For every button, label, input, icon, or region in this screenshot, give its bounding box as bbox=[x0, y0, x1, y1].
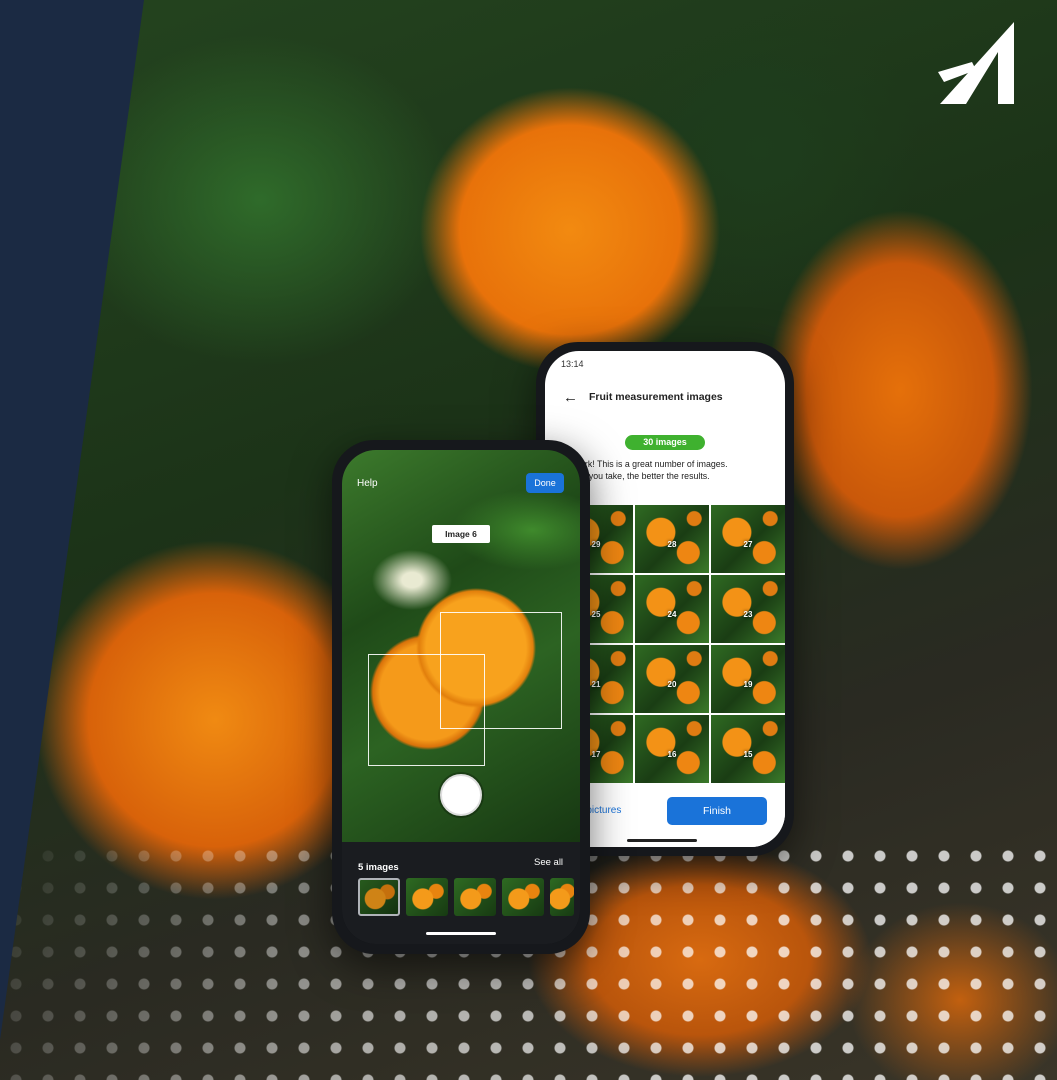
grid-image[interactable]: 15 bbox=[711, 715, 785, 783]
grid-image[interactable]: 27 bbox=[711, 505, 785, 573]
grid-image-number: 27 bbox=[743, 540, 753, 549]
grid-image[interactable]: 28 bbox=[635, 505, 709, 573]
grid-image[interactable]: 24 bbox=[635, 575, 709, 643]
grid-image[interactable]: 23 bbox=[711, 575, 785, 643]
grid-image-number: 24 bbox=[667, 610, 677, 619]
grid-image-number: 15 bbox=[743, 750, 753, 759]
feedback-message: ent work! This is a great number of imag… bbox=[559, 458, 779, 482]
grid-image-number: 28 bbox=[667, 540, 677, 549]
back-arrow-icon[interactable]: ← bbox=[563, 389, 578, 406]
home-indicator bbox=[426, 932, 496, 935]
grid-image-number: 16 bbox=[667, 750, 677, 759]
grid-image[interactable]: 16 bbox=[635, 715, 709, 783]
feedback-line-1: ent work! This is a great number of imag… bbox=[559, 459, 728, 469]
help-button[interactable]: Help bbox=[357, 478, 378, 489]
image-number-label: Image 6 bbox=[432, 525, 490, 543]
thumbnail[interactable] bbox=[550, 878, 574, 916]
thumbnail[interactable] bbox=[406, 878, 448, 916]
grid-image-number: 23 bbox=[743, 610, 753, 619]
camera-viewfinder: Help Done Image 6 bbox=[342, 450, 580, 842]
done-button[interactable]: Done bbox=[526, 473, 564, 493]
captured-count: 5 images bbox=[358, 862, 399, 873]
image-grid: 29 28 27 25 24 23 21 20 19 17 16 15 bbox=[559, 505, 785, 783]
grid-image-number: 19 bbox=[743, 680, 753, 689]
camera-phone: Help Done Image 6 5 images See all bbox=[332, 440, 590, 954]
feedback-line-2: e more you take, the better the results. bbox=[559, 471, 710, 481]
grid-image-number: 20 bbox=[667, 680, 677, 689]
shutter-button[interactable] bbox=[440, 774, 482, 816]
image-count-badge: 30 images bbox=[625, 435, 705, 450]
grid-image[interactable]: 20 bbox=[635, 645, 709, 713]
thumbnail[interactable] bbox=[454, 878, 496, 916]
home-indicator bbox=[627, 839, 697, 842]
see-all-link[interactable]: See all bbox=[534, 857, 563, 868]
finish-button[interactable]: Finish bbox=[667, 797, 767, 825]
thumbnail-selected[interactable] bbox=[358, 878, 400, 916]
camera-screen: Help Done Image 6 5 images See all bbox=[342, 450, 580, 944]
status-time: 13:14 bbox=[561, 359, 584, 369]
page-title: Fruit measurement images bbox=[589, 391, 723, 403]
thumbnail[interactable] bbox=[502, 878, 544, 916]
brand-logo-icon bbox=[938, 22, 1014, 104]
captured-images-tray: 5 images See all bbox=[342, 842, 580, 944]
fruit-detection-box bbox=[368, 654, 485, 766]
grid-image[interactable]: 19 bbox=[711, 645, 785, 713]
thumbnail-strip bbox=[358, 878, 574, 916]
